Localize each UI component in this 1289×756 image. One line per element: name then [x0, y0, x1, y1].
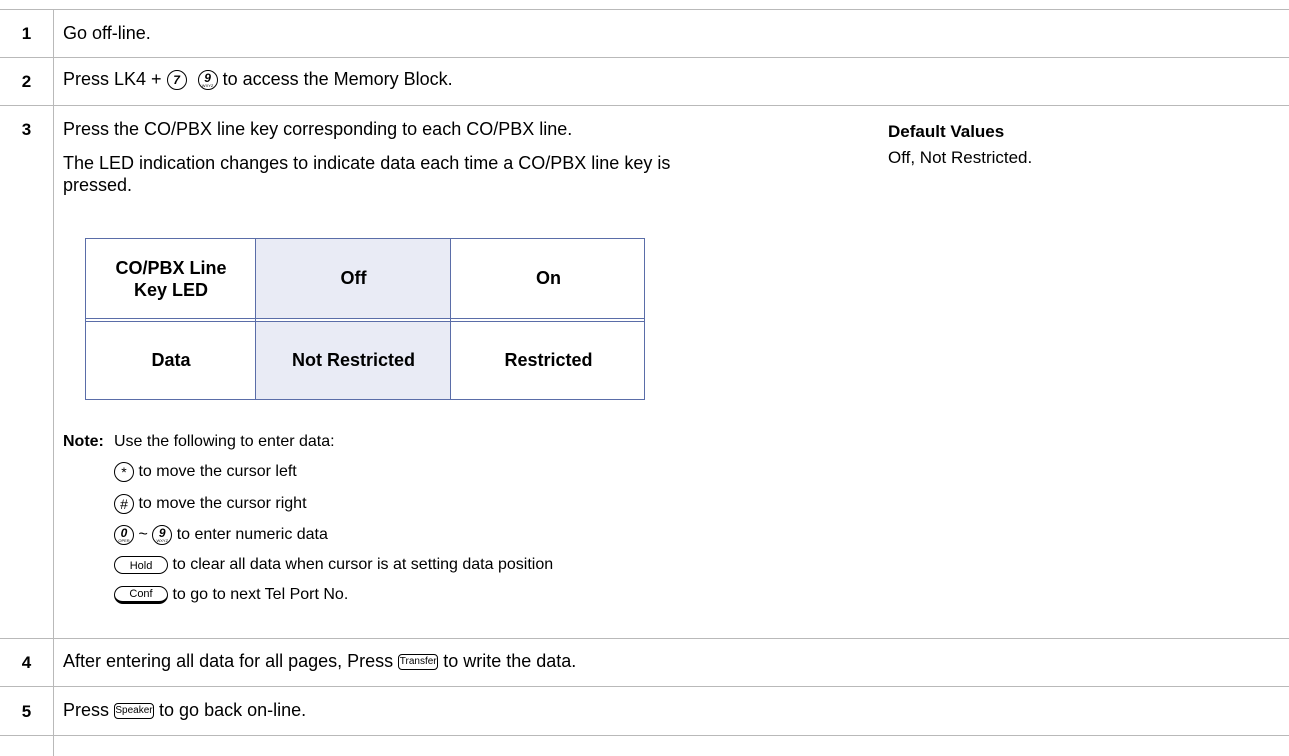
table-cell: Not Restricted [256, 322, 451, 399]
step-text: Press Speaker to go back on-line. [63, 700, 307, 720]
table-column-divider [255, 239, 256, 399]
key-9-icon: 9 WXYZ [197, 70, 218, 91]
star-key-icon: * [114, 462, 134, 482]
step-text-line: The LED indication changes to indicate d… [63, 153, 671, 173]
step-number: 2 [21, 72, 32, 91]
note-item: # to move the cursor right [114, 494, 307, 514]
note-item: Hold to clear all data when cursor is at… [114, 556, 553, 574]
table-header-cell: On [536, 268, 561, 288]
row-divider [0, 57, 1289, 58]
key-0-icon: 0 OPER [114, 525, 134, 545]
transfer-key-icon: Transfer [398, 654, 439, 671]
speaker-key-icon: Speaker [114, 703, 155, 720]
step-text: After entering all data for all pages, P… [63, 651, 577, 671]
note-item: Conf to go to next Tel Port No. [114, 586, 348, 604]
note-label: Note: [63, 433, 104, 450]
key-7-icon: 7 [166, 70, 187, 91]
step-text-line: pressed. [63, 175, 133, 195]
row-divider [0, 686, 1289, 687]
step-number: 5 [21, 702, 32, 721]
default-values-title: Default Values [888, 122, 1005, 141]
step-text: Press LK4 + 7 9 WXYZ to access the Memory… [63, 69, 453, 91]
step-number: 4 [21, 653, 32, 672]
table-cell: Restricted [504, 350, 593, 370]
note-item: * to move the cursor left [114, 462, 297, 482]
table-column-divider [450, 239, 451, 399]
step-text-part: Press LK4 + [63, 69, 167, 89]
key-9-icon: 9 WXYZ [152, 525, 173, 545]
note-intro: Use the following to enter data: [114, 433, 335, 450]
table-cell: Data [151, 350, 191, 370]
row-divider [0, 638, 1289, 639]
table-header-cell: CO/PBX Line Key LED [115, 257, 227, 300]
row-divider [0, 105, 1289, 106]
step-text: Go off-line. [63, 23, 151, 43]
row-divider [0, 9, 1289, 10]
pound-key-icon: # [114, 494, 134, 514]
table-header-cell: Off [256, 239, 451, 318]
led-data-table: CO/PBX Line Key LED Off On Data Not Rest… [85, 238, 645, 400]
step-number: 3 [21, 120, 32, 139]
step-text-line: Press the CO/PBX line key corresponding … [63, 119, 573, 139]
column-divider [53, 9, 54, 756]
conf-key-icon: Conf [114, 586, 168, 604]
note-item: 0 OPER ~ 9 WXYZ to enter numeric data [114, 525, 328, 545]
hold-key-icon: Hold [114, 556, 168, 574]
step-number: 1 [21, 24, 32, 43]
default-values-text: Off, Not Restricted. [888, 148, 1033, 167]
step-text-part: to access the Memory Block. [222, 69, 453, 89]
row-divider [0, 735, 1289, 736]
